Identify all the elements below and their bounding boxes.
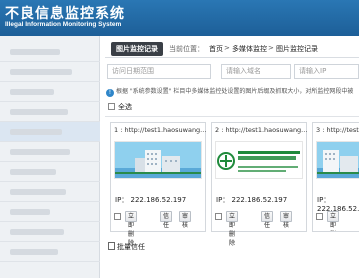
trust-button[interactable]: 信任 (160, 211, 173, 229)
sidebar-item[interactable] (0, 102, 100, 122)
hospital-logo-image (216, 142, 302, 178)
image-card: 1 : http://test1.haosuwang... IP： 222.18… (110, 122, 206, 247)
card-thumbnail[interactable] (316, 141, 359, 179)
image-card: 2 : http://test1.haosuwang... IP： 222.18… (211, 122, 307, 247)
domain-input[interactable]: 请输入域名 (221, 64, 291, 79)
sidebar-item[interactable] (0, 82, 100, 102)
breadcrumb-position-label: 当前位置： (169, 45, 204, 53)
delete-now-button[interactable]: 立即删除 (327, 211, 340, 229)
info-notice: ! 根据 "系统参数设置" 栏目中多媒体监控处设置的图片后缀及抓取大小，对所监控网… (106, 86, 359, 98)
card-checkbox[interactable] (316, 213, 323, 220)
info-icon: ! (106, 89, 114, 97)
review-button[interactable]: 审核 (179, 211, 192, 229)
sidebar-item[interactable] (0, 202, 100, 222)
review-button[interactable]: 审核 (280, 211, 293, 229)
sidebar-item[interactable] (0, 142, 100, 162)
card-url[interactable]: 3 : http://test1.haosuwang... (316, 126, 359, 134)
delete-now-button[interactable]: 立即删除 (125, 211, 138, 247)
breadcrumb-separator: > (224, 44, 230, 52)
card-thumbnail[interactable] (215, 141, 303, 179)
card-url[interactable]: 2 : http://test1.haosuwang... (215, 126, 307, 134)
card-thumbnail[interactable] (114, 141, 202, 179)
batch-trust-label: 批量信任 (117, 243, 145, 251)
sidebar-item[interactable] (0, 222, 100, 242)
card-ip: IP： 222.186.52.197 (216, 196, 288, 204)
sidebar-item[interactable] (0, 122, 100, 142)
date-range-input[interactable]: 访问日期范围 (107, 64, 211, 79)
hospital-building-image (115, 142, 201, 178)
card-checkbox[interactable] (215, 213, 222, 220)
delete-now-button[interactable]: 立即删除 (226, 211, 239, 247)
info-notice-text: 根据 "系统参数设置" 栏目中多媒体监控处设置的图片后缀及抓取大小，对所监控网段… (116, 88, 354, 95)
tab-image-monitor-records[interactable]: 图片监控记录 (111, 42, 163, 56)
breadcrumb-multimedia[interactable]: 多媒体监控 (232, 44, 267, 54)
breadcrumb: 图片监控记录 当前位置： 首页 > 多媒体监控 > 图片监控记录 (105, 41, 359, 58)
batch-trust-icon (108, 242, 115, 250)
card-checkbox[interactable] (114, 213, 121, 220)
ip-input[interactable]: 请输入IP (294, 64, 359, 79)
app-subtitle: Illegal Information Monitoring System (5, 21, 122, 28)
card-ip: IP： 222.186.52.197 (115, 196, 187, 204)
sidebar-item[interactable] (0, 162, 100, 182)
breadcrumb-separator: > (268, 44, 274, 52)
select-all-checkbox[interactable] (108, 103, 115, 110)
app-header: 不良信息监控系统 Illegal Information Monitoring … (0, 0, 359, 36)
sidebar-item[interactable] (0, 62, 100, 82)
sidebar (0, 36, 100, 278)
sidebar-item[interactable] (0, 182, 100, 202)
image-card: 3 : http://test1.haosuwang... IP： 222.18… (312, 122, 359, 232)
breadcrumb-home[interactable]: 首页 (209, 44, 223, 54)
card-url[interactable]: 1 : http://test1.haosuwang... (114, 126, 206, 134)
hospital-building-image (317, 142, 359, 178)
select-all[interactable]: 全选 (108, 102, 132, 112)
sidebar-item[interactable] (0, 42, 100, 62)
app-title: 不良信息监控系统 (5, 6, 125, 22)
batch-trust-button[interactable]: 批量信任 (108, 242, 145, 252)
trust-button[interactable]: 信任 (261, 211, 274, 229)
main-content: 图片监控记录 当前位置： 首页 > 多媒体监控 > 图片监控记录 访问日期范围 … (100, 36, 359, 278)
select-all-label: 全选 (118, 103, 132, 111)
breadcrumb-current: 图片监控记录 (276, 45, 318, 53)
sidebar-item[interactable] (0, 242, 100, 262)
